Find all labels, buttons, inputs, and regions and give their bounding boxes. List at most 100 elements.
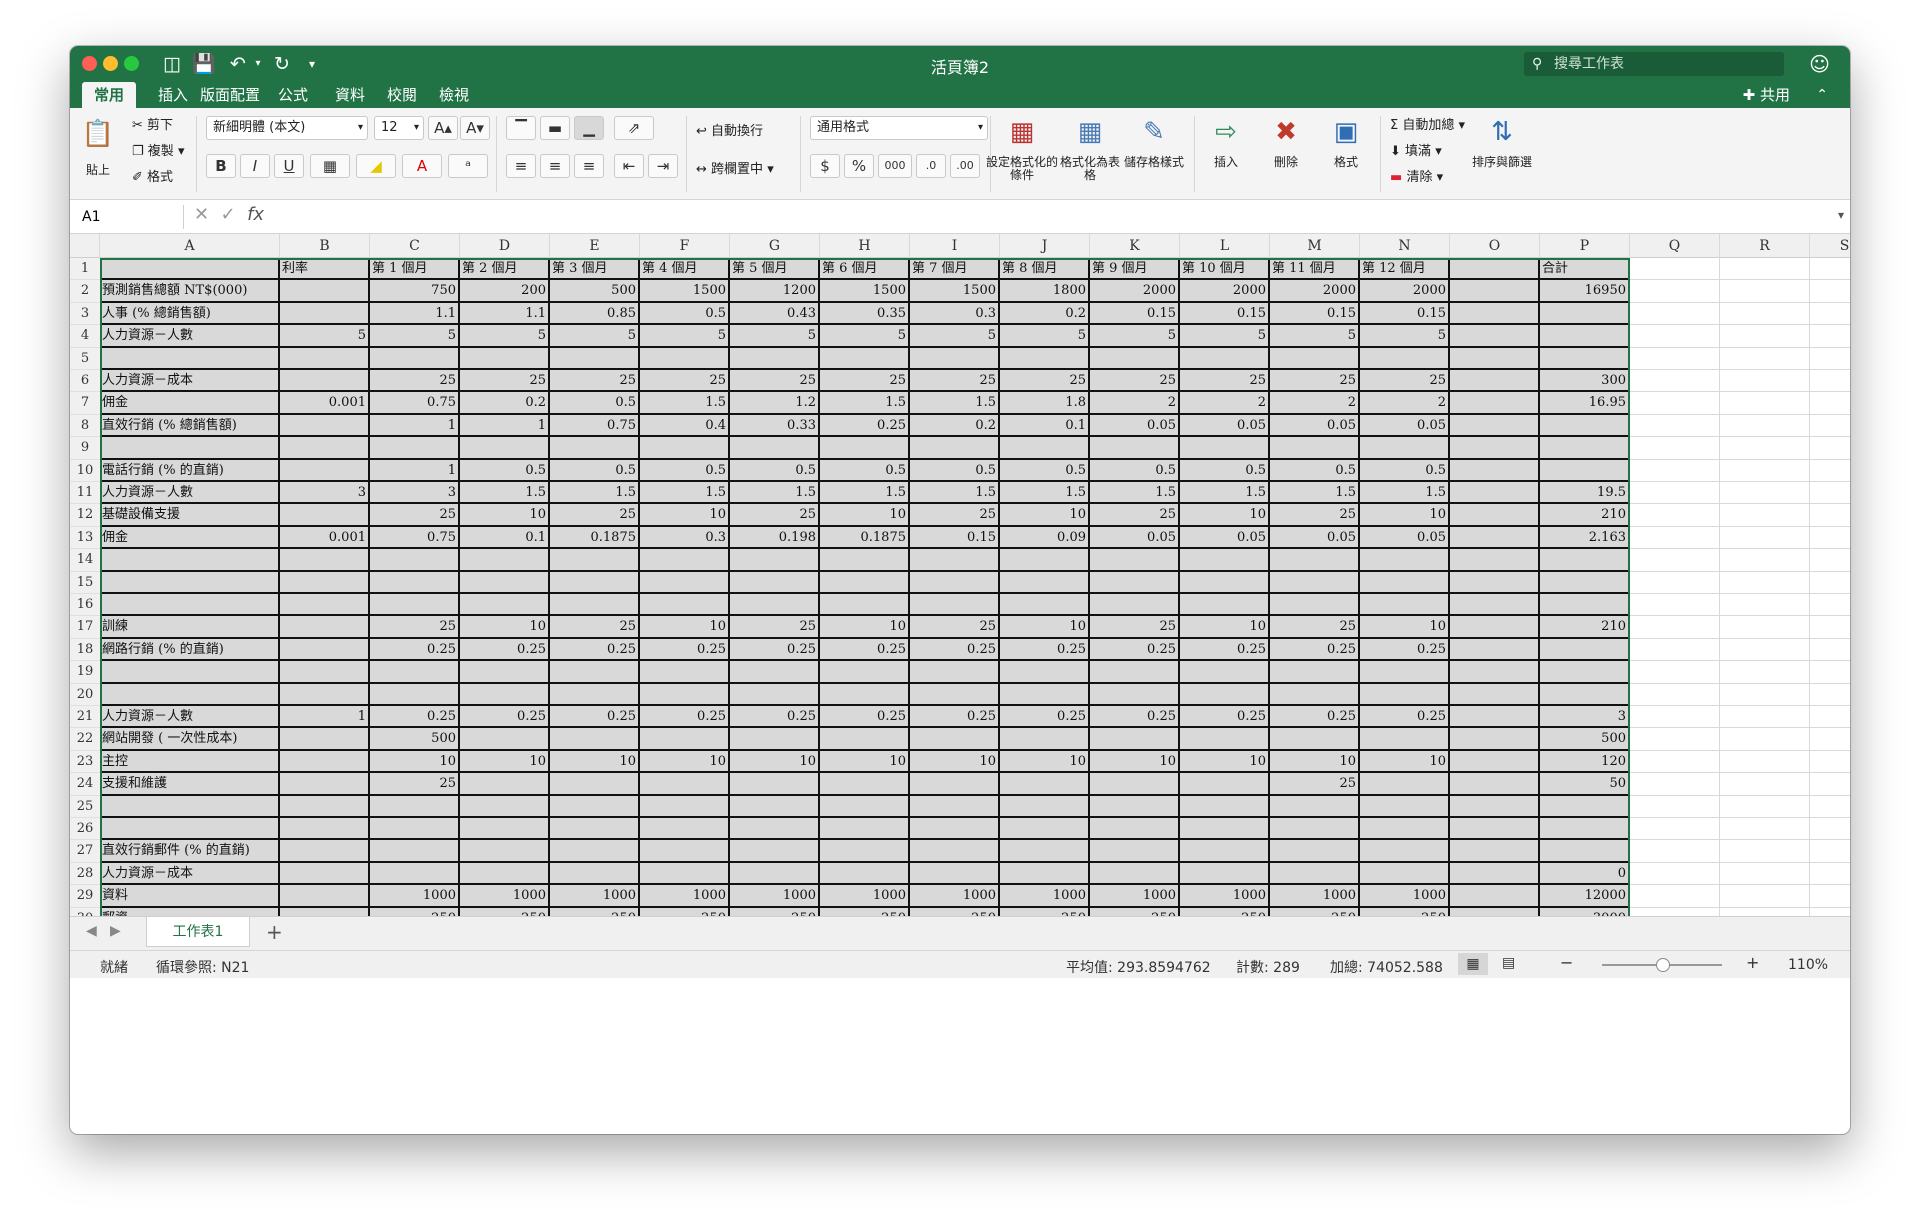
column-header-b[interactable]: B <box>280 234 370 258</box>
column-header-i[interactable]: I <box>910 234 1000 258</box>
tab-review[interactable]: 校閱 <box>375 82 429 108</box>
cell-n5[interactable] <box>1360 347 1450 370</box>
cell-q20[interactable] <box>1630 683 1720 706</box>
cell-l9[interactable] <box>1180 437 1270 460</box>
cell-j21[interactable]: 0.25 <box>1000 706 1090 729</box>
row-header[interactable]: 3 <box>70 302 100 326</box>
cell-b4[interactable]: 5 <box>280 325 370 348</box>
cell-j9[interactable] <box>1000 437 1090 460</box>
tab-page-layout[interactable]: 版面配置 <box>188 82 272 108</box>
cell-k6[interactable]: 25 <box>1090 370 1180 393</box>
cell-d2[interactable]: 200 <box>460 280 550 303</box>
cell-a28[interactable]: 人力資源－成本 <box>100 862 280 886</box>
column-header-o[interactable]: O <box>1450 234 1540 258</box>
cell-c21[interactable]: 0.25 <box>370 706 460 729</box>
cell-s11[interactable] <box>1810 482 1850 505</box>
expand-formula-bar-icon[interactable]: ▾ <box>1838 208 1844 222</box>
cell-p30[interactable]: 3000 <box>1540 907 1630 916</box>
cell-a21[interactable]: 人力資源－人數 <box>100 706 280 729</box>
cell-m15[interactable] <box>1270 571 1360 594</box>
cell-g4[interactable]: 5 <box>730 325 820 348</box>
cell-i5[interactable] <box>910 347 1000 370</box>
cell-j10[interactable]: 0.5 <box>1000 459 1090 482</box>
cell-a1[interactable] <box>100 258 280 281</box>
cell-i20[interactable] <box>910 683 1000 706</box>
cell-h28[interactable] <box>820 862 910 886</box>
cell-p21[interactable]: 3 <box>1540 706 1630 729</box>
tab-view[interactable]: 檢視 <box>427 82 481 108</box>
cell-i17[interactable]: 25 <box>910 616 1000 639</box>
number-format-select[interactable]: 通用格式 ▾ <box>810 116 988 140</box>
row-header[interactable]: 6 <box>70 370 100 393</box>
cell-k16[interactable] <box>1090 594 1180 617</box>
cell-o14[interactable] <box>1450 549 1540 572</box>
cell-a19[interactable] <box>100 661 280 684</box>
row-header[interactable]: 8 <box>70 414 100 438</box>
cell-l18[interactable]: 0.25 <box>1180 638 1270 662</box>
cell-b5[interactable] <box>280 347 370 370</box>
cell-a10[interactable]: 電話行銷 (% 的直銷) <box>100 459 280 482</box>
cell-g13[interactable]: 0.198 <box>730 526 820 550</box>
cell-p26[interactable] <box>1540 818 1630 841</box>
cell-a3[interactable]: 人事 (% 總銷售額) <box>100 302 280 326</box>
cell-d27[interactable] <box>460 840 550 863</box>
cell-e19[interactable] <box>550 661 640 684</box>
cell-e18[interactable]: 0.25 <box>550 638 640 662</box>
cell-f23[interactable]: 10 <box>640 750 730 774</box>
cell-g12[interactable]: 25 <box>730 504 820 527</box>
cell-r21[interactable] <box>1720 706 1810 729</box>
cell-a12[interactable]: 基礎設備支援 <box>100 504 280 527</box>
cell-m25[interactable] <box>1270 795 1360 818</box>
cell-h24[interactable] <box>820 773 910 796</box>
cell-s4[interactable] <box>1810 325 1850 348</box>
cell-b2[interactable] <box>280 280 370 303</box>
cell-l22[interactable] <box>1180 728 1270 751</box>
cell-h23[interactable]: 10 <box>820 750 910 774</box>
conditional-format-icon[interactable]: ▦ <box>1002 112 1042 152</box>
decrease-font-size-button[interactable]: A▾ <box>460 116 490 140</box>
cell-l4[interactable]: 5 <box>1180 325 1270 348</box>
cell-l6[interactable]: 25 <box>1180 370 1270 393</box>
delete-cells-icon[interactable]: ✖ <box>1266 112 1306 152</box>
cell-g20[interactable] <box>730 683 820 706</box>
cell-s12[interactable] <box>1810 504 1850 527</box>
cell-d16[interactable] <box>460 594 550 617</box>
cell-d28[interactable] <box>460 862 550 886</box>
zoom-in-icon[interactable]: + <box>1746 953 1759 972</box>
cell-i30[interactable]: 250 <box>910 907 1000 916</box>
clear-button[interactable]: ▬ 清除 ▾ <box>1390 166 1443 185</box>
cell-p22[interactable]: 500 <box>1540 728 1630 751</box>
column-header-g[interactable]: G <box>730 234 820 258</box>
column-header-s[interactable]: S <box>1810 234 1850 258</box>
cell-r5[interactable] <box>1720 347 1810 370</box>
cell-m16[interactable] <box>1270 594 1360 617</box>
cell-k18[interactable]: 0.25 <box>1090 638 1180 662</box>
cell-c28[interactable] <box>370 862 460 886</box>
cell-f7[interactable]: 1.5 <box>640 392 730 415</box>
cell-d1[interactable]: 第 2 個月 <box>460 258 550 281</box>
cell-c10[interactable]: 1 <box>370 459 460 482</box>
cell-j30[interactable]: 250 <box>1000 907 1090 916</box>
format-as-table-icon[interactable]: ▦ <box>1070 112 1110 152</box>
font-color-icon[interactable]: A <box>402 154 442 178</box>
cell-r10[interactable] <box>1720 459 1810 482</box>
cell-o27[interactable] <box>1450 840 1540 863</box>
cell-s22[interactable] <box>1810 728 1850 751</box>
cell-o22[interactable] <box>1450 728 1540 751</box>
cell-n27[interactable] <box>1360 840 1450 863</box>
cell-e21[interactable]: 0.25 <box>550 706 640 729</box>
cell-f22[interactable] <box>640 728 730 751</box>
cell-h2[interactable]: 1500 <box>820 280 910 303</box>
cell-m30[interactable]: 250 <box>1270 907 1360 916</box>
column-header-p[interactable]: P <box>1540 234 1630 258</box>
row-header[interactable]: 12 <box>70 504 100 527</box>
cell-c26[interactable] <box>370 818 460 841</box>
column-header-r[interactable]: R <box>1720 234 1810 258</box>
cell-f11[interactable]: 1.5 <box>640 482 730 505</box>
align-bottom-icon[interactable]: ▁ <box>574 116 604 140</box>
cell-h5[interactable] <box>820 347 910 370</box>
cell-g2[interactable]: 1200 <box>730 280 820 303</box>
tab-formulas[interactable]: 公式 <box>266 82 320 108</box>
cell-l14[interactable] <box>1180 549 1270 572</box>
cell-r22[interactable] <box>1720 728 1810 751</box>
